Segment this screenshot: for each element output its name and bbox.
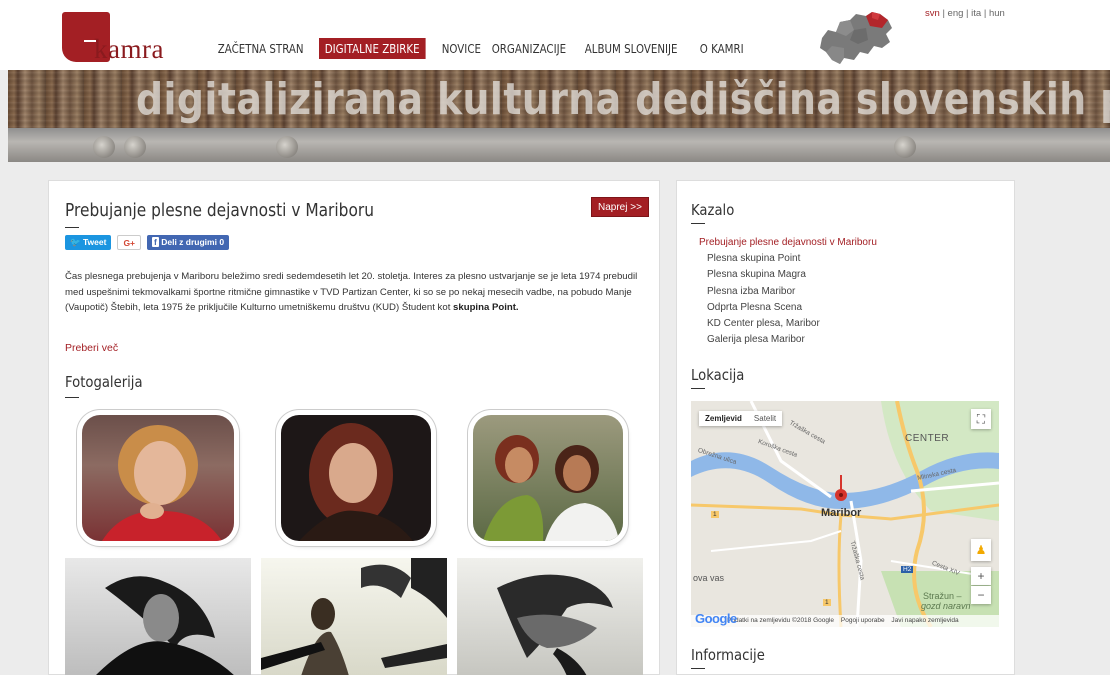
nav-item-album-slovenije[interactable]: ALBUM SLOVENIJE [579, 38, 683, 59]
fullscreen-icon[interactable]: ⛶ [971, 409, 991, 429]
gallery-photo-6[interactable] [457, 558, 643, 675]
map-terms-link[interactable]: Pogoji uporabe [841, 617, 885, 624]
map-type-tabs: Zemljevid Satelit [699, 411, 783, 426]
bolt-icon [124, 136, 146, 158]
nav-item-about[interactable]: O KAMRI [694, 38, 749, 59]
map-data-credit: Podatki na zemljevidu ©2018 Google [727, 617, 835, 624]
facebook-share-count: 0 [219, 237, 225, 247]
toc-item[interactable]: Plesna izba Maribor [699, 284, 877, 300]
portrait-image [96, 576, 234, 675]
location-map[interactable]: Maribor CENTER Koroška cesta Obrežna uli… [691, 401, 999, 627]
bolt-icon [93, 136, 115, 158]
title-underline [65, 227, 79, 228]
read-more-link[interactable]: Preberi več [65, 342, 118, 354]
map-road-badge: 1 [711, 511, 719, 518]
lang-ita[interactable]: ita [971, 8, 981, 19]
logo-text: kamra [94, 34, 164, 64]
map-tab-satellite[interactable]: Satelit [748, 411, 782, 426]
next-button[interactable]: Naprej >> [591, 197, 649, 217]
map-district-label: CENTER [905, 433, 950, 444]
lang-separator: | [942, 8, 945, 19]
gallery-photo-4[interactable] [65, 558, 251, 675]
site-header: kamra ZAČETNA STRAN DIGITALNE ZBIRKE NOV… [0, 0, 1110, 70]
header-banner: digitalizirana kulturna dediščina sloven… [8, 70, 1110, 162]
gallery-photo-3[interactable] [473, 415, 623, 541]
lang-svn[interactable]: svn [925, 8, 940, 19]
toc-item[interactable]: Odprta Plesna Scena [699, 300, 877, 316]
slovenia-region-map-icon[interactable] [818, 8, 896, 66]
sidebar: Kazalo Prebujanje plesne dejavnosti v Ma… [676, 180, 1015, 675]
nav-item-news[interactable]: NOVICE [436, 38, 487, 59]
location-title: Lokacija [691, 366, 745, 384]
lang-separator: | [966, 8, 969, 19]
tweet-label: Tweet [82, 237, 107, 247]
gplus-button[interactable]: G+ [117, 235, 142, 250]
lang-eng[interactable]: eng [948, 8, 964, 19]
toc-underline [691, 223, 705, 224]
banner-title: digitalizirana kulturna dediščina sloven… [136, 74, 1110, 125]
toc-item[interactable]: Galerija plesa Maribor [699, 332, 877, 348]
banner-plank [8, 128, 1110, 162]
bolt-icon [894, 136, 916, 158]
bolt-icon [276, 136, 298, 158]
facebook-share-label: Deli z drugimi [161, 237, 217, 247]
facebook-icon: f [152, 237, 159, 247]
location-underline [691, 388, 705, 389]
dance-photo-image [497, 574, 613, 675]
toc-item[interactable]: Plesna skupina Point [699, 251, 877, 267]
language-switcher: svn | eng | ita | hun [925, 8, 1005, 19]
main-nav: ZAČETNA STRAN DIGITALNE ZBIRKE NOVICE OR… [212, 38, 750, 59]
dance-photo-image [261, 558, 447, 675]
map-tab-map[interactable]: Zemljevid [699, 411, 748, 426]
article-panel: Prebujanje plesne dejavnosti v Mariboru … [48, 180, 660, 675]
twitter-icon: 🐦 [70, 237, 81, 247]
map-report-link[interactable]: Javi napako zemljevida [891, 617, 958, 624]
map-area-label: gozd naravn [921, 601, 971, 611]
nav-item-home[interactable]: ZAČETNA STRAN [212, 38, 309, 59]
toc-title: Kazalo [691, 201, 735, 219]
gallery-underline [65, 397, 79, 398]
map-area-label: ova vas [693, 573, 725, 583]
intro-text: Čas plesnega prebujenja v Mariboru belež… [65, 271, 638, 313]
gallery-photo-5[interactable] [261, 558, 447, 675]
map-road-badge: H2 [901, 566, 914, 573]
street-view-pegman-icon[interactable]: ♟ [971, 539, 991, 561]
zoom-out-icon[interactable]: − [971, 586, 991, 604]
gallery-title: Fotogalerija [65, 373, 143, 391]
facebook-share-button[interactable]: f Deli z drugimi 0 [147, 235, 230, 250]
gallery-photo-1[interactable] [82, 415, 234, 541]
article-intro: Čas plesnega prebujenja v Mariboru belež… [65, 269, 645, 316]
lang-separator: | [983, 8, 987, 19]
toc-item[interactable]: Plesna skupina Magra [699, 267, 877, 283]
portrait-image [483, 435, 619, 541]
article-title: Prebujanje plesne dejavnosti v Mariboru [65, 201, 374, 221]
kamra-logo[interactable]: kamra [62, 12, 172, 64]
nav-item-organizations[interactable]: ORGANIZACIJE [486, 38, 572, 59]
toc-item[interactable]: Prebujanje plesne dejavnosti v Mariboru [699, 235, 877, 251]
gallery-photo-2[interactable] [281, 415, 431, 541]
lang-hun[interactable]: hun [989, 8, 1005, 19]
toc-item[interactable]: KD Center plesa, Maribor [699, 316, 877, 332]
info-title: Informacije [691, 646, 765, 664]
intro-bold: skupina Point. [453, 302, 519, 313]
map-area-label: Stražun – [923, 591, 962, 601]
nav-item-digital-collections[interactable]: DIGITALNE ZBIRKE [318, 38, 426, 59]
map-city-label: Maribor [821, 507, 862, 519]
info-underline [691, 668, 705, 669]
share-buttons: 🐦 Tweet G+ f Deli z drugimi 0 [65, 235, 230, 250]
map-road-badge: 1 [823, 599, 831, 606]
map-footer: Podatki na zemljevidu ©2018 Google Pogoj… [691, 615, 999, 627]
google-logo[interactable]: Google [695, 611, 737, 626]
tweet-button[interactable]: 🐦 Tweet [65, 235, 112, 250]
portrait-image [102, 425, 222, 541]
table-of-contents: Prebujanje plesne dejavnosti v Mariboru … [699, 235, 877, 348]
zoom-in-icon[interactable]: + [971, 567, 991, 585]
portrait-image [299, 423, 413, 541]
